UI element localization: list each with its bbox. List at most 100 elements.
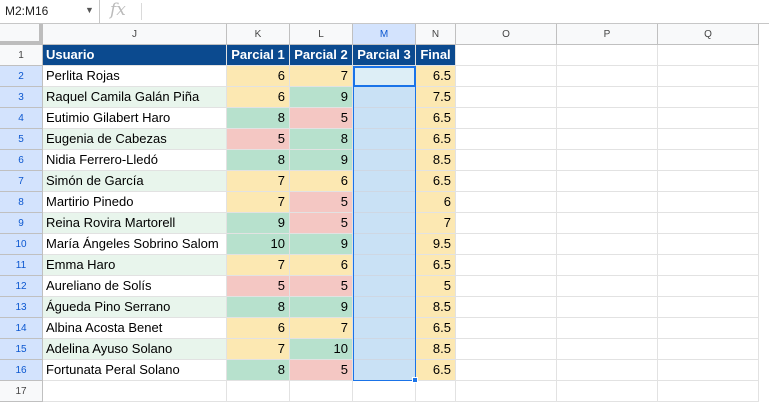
- empty-cell[interactable]: [557, 234, 658, 255]
- row-header[interactable]: 17: [0, 381, 43, 402]
- parcial3-cell[interactable]: [353, 318, 416, 339]
- select-all-corner[interactable]: [0, 24, 43, 45]
- empty-cell[interactable]: [658, 255, 759, 276]
- empty-cell[interactable]: [658, 213, 759, 234]
- column-header-n[interactable]: N: [416, 24, 456, 45]
- parcial3-cell[interactable]: [353, 297, 416, 318]
- empty-cell[interactable]: [227, 381, 290, 402]
- empty-cell[interactable]: [557, 150, 658, 171]
- empty-cell[interactable]: [658, 150, 759, 171]
- empty-cell[interactable]: [456, 108, 557, 129]
- empty-cell[interactable]: [658, 87, 759, 108]
- parcial2-cell[interactable]: 8: [290, 129, 353, 150]
- empty-cell[interactable]: [658, 297, 759, 318]
- parcial1-cell[interactable]: 6: [227, 87, 290, 108]
- parcial1-cell[interactable]: 5: [227, 129, 290, 150]
- name-cell[interactable]: Fortunata Peral Solano: [43, 360, 227, 381]
- empty-cell[interactable]: [658, 171, 759, 192]
- parcial1-cell[interactable]: 10: [227, 234, 290, 255]
- parcial3-cell[interactable]: [353, 339, 416, 360]
- parcial3-cell[interactable]: [353, 129, 416, 150]
- empty-cell[interactable]: [456, 339, 557, 360]
- parcial2-cell[interactable]: 9: [290, 297, 353, 318]
- empty-cell[interactable]: [43, 381, 227, 402]
- parcial2-cell[interactable]: 7: [290, 66, 353, 87]
- empty-cell[interactable]: [456, 87, 557, 108]
- row-header[interactable]: 5: [0, 129, 43, 150]
- empty-cell[interactable]: [456, 318, 557, 339]
- empty-cell[interactable]: [658, 318, 759, 339]
- empty-cell[interactable]: [456, 150, 557, 171]
- parcial1-cell[interactable]: 9: [227, 213, 290, 234]
- name-cell[interactable]: María Ángeles Sobrino Salom: [43, 234, 227, 255]
- parcial1-cell[interactable]: 7: [227, 339, 290, 360]
- empty-cell[interactable]: [557, 297, 658, 318]
- header-cell[interactable]: Parcial 3: [353, 45, 416, 66]
- parcial3-cell[interactable]: [353, 255, 416, 276]
- final-cell[interactable]: 6: [416, 192, 456, 213]
- row-header[interactable]: 12: [0, 276, 43, 297]
- row-header[interactable]: 16: [0, 360, 43, 381]
- empty-cell[interactable]: [456, 255, 557, 276]
- fill-handle[interactable]: [412, 377, 418, 383]
- row-header[interactable]: 2: [0, 66, 43, 87]
- empty-cell[interactable]: [557, 255, 658, 276]
- empty-cell[interactable]: [557, 339, 658, 360]
- name-cell[interactable]: Emma Haro: [43, 255, 227, 276]
- final-cell[interactable]: 9.5: [416, 234, 456, 255]
- empty-cell[interactable]: [456, 66, 557, 87]
- name-cell[interactable]: Martirio Pinedo: [43, 192, 227, 213]
- parcial1-cell[interactable]: 7: [227, 192, 290, 213]
- empty-cell[interactable]: [353, 381, 416, 402]
- name-cell[interactable]: Eugenia de Cabezas: [43, 129, 227, 150]
- row-header[interactable]: 10: [0, 234, 43, 255]
- column-header-k[interactable]: K: [227, 24, 290, 45]
- final-cell[interactable]: 6.5: [416, 66, 456, 87]
- name-cell[interactable]: Raquel Camila Galán Piña: [43, 87, 227, 108]
- parcial1-cell[interactable]: 7: [227, 171, 290, 192]
- parcial2-cell[interactable]: 6: [290, 171, 353, 192]
- parcial2-cell[interactable]: 6: [290, 255, 353, 276]
- final-cell[interactable]: 6.5: [416, 129, 456, 150]
- row-header[interactable]: 9: [0, 213, 43, 234]
- empty-cell[interactable]: [557, 87, 658, 108]
- row-header[interactable]: 3: [0, 87, 43, 108]
- empty-cell[interactable]: [557, 171, 658, 192]
- empty-cell[interactable]: [456, 192, 557, 213]
- parcial3-cell[interactable]: [353, 213, 416, 234]
- parcial3-cell[interactable]: [353, 234, 416, 255]
- parcial1-cell[interactable]: 6: [227, 66, 290, 87]
- parcial2-cell[interactable]: 9: [290, 234, 353, 255]
- name-cell[interactable]: Albina Acosta Benet: [43, 318, 227, 339]
- column-header-l[interactable]: L: [290, 24, 353, 45]
- empty-cell[interactable]: [456, 129, 557, 150]
- final-cell[interactable]: 6.5: [416, 171, 456, 192]
- row-header[interactable]: 1: [0, 45, 43, 66]
- row-header[interactable]: 15: [0, 339, 43, 360]
- empty-cell[interactable]: [658, 108, 759, 129]
- final-cell[interactable]: 8.5: [416, 150, 456, 171]
- name-cell[interactable]: Perlita Rojas: [43, 66, 227, 87]
- parcial3-cell[interactable]: [353, 87, 416, 108]
- parcial3-cell[interactable]: [353, 150, 416, 171]
- parcial2-cell[interactable]: 5: [290, 360, 353, 381]
- empty-cell[interactable]: [456, 213, 557, 234]
- empty-cell[interactable]: [290, 381, 353, 402]
- empty-cell[interactable]: [557, 129, 658, 150]
- parcial2-cell[interactable]: 7: [290, 318, 353, 339]
- empty-cell[interactable]: [456, 171, 557, 192]
- parcial3-cell[interactable]: [353, 66, 416, 87]
- empty-cell[interactable]: [557, 360, 658, 381]
- empty-cell[interactable]: [557, 45, 658, 66]
- parcial3-cell[interactable]: [353, 171, 416, 192]
- row-header[interactable]: 11: [0, 255, 43, 276]
- parcial3-cell[interactable]: [353, 108, 416, 129]
- empty-cell[interactable]: [658, 339, 759, 360]
- empty-cell[interactable]: [658, 234, 759, 255]
- empty-cell[interactable]: [456, 381, 557, 402]
- parcial2-cell[interactable]: 5: [290, 213, 353, 234]
- name-cell[interactable]: Adelina Ayuso Solano: [43, 339, 227, 360]
- empty-cell[interactable]: [557, 192, 658, 213]
- row-header[interactable]: 13: [0, 297, 43, 318]
- empty-cell[interactable]: [658, 192, 759, 213]
